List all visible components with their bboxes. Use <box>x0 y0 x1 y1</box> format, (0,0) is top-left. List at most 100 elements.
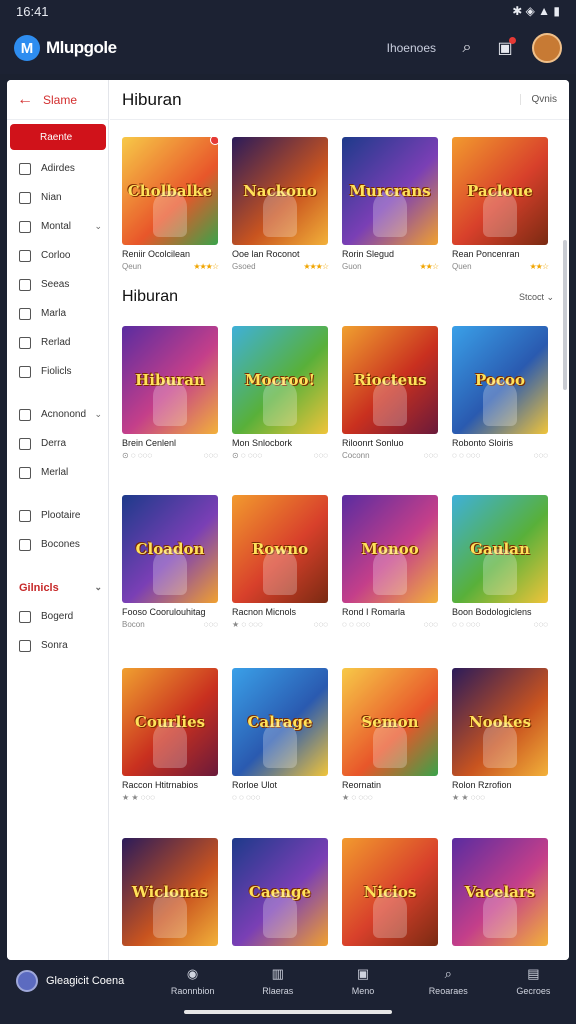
game-card[interactable]: Hiburan Brein Cenlenl ⊙ ◌ ◌◌◌ ◌◌◌ <box>122 326 218 460</box>
game-thumbnail[interactable]: Murcrans <box>342 137 438 245</box>
game-name: Reornatin <box>342 780 382 790</box>
bottom-tab[interactable]: ▤ Gecroes <box>491 966 576 996</box>
game-card[interactable]: Cholbalke Reniir Ocolcilean Qeun ★★★☆ <box>122 137 219 271</box>
game-card[interactable]: Vacelars <box>452 838 548 953</box>
settings-icon <box>19 538 31 551</box>
trophy-icon: ◉ <box>186 966 199 981</box>
game-card[interactable]: Pacloue Rean Poncenran Quen ★★☆ <box>452 137 549 271</box>
sidebar-divider <box>7 386 108 400</box>
game-card[interactable]: Cloadon Fooso Coorulouhitag Bocon ◌◌◌ <box>122 495 218 629</box>
game-thumbnail[interactable]: Pocoo <box>452 326 548 434</box>
game-card[interactable]: Wiclonas <box>122 838 218 953</box>
game-card[interactable]: Riocteus Riloonrt Sonluo Coconn ◌◌◌ <box>342 326 438 460</box>
scrollbar[interactable] <box>563 240 567 390</box>
game-meta: Coconn ◌◌◌ <box>342 451 438 460</box>
header-link[interactable]: Ihoenoes <box>387 41 436 55</box>
gift-icon[interactable]: ▣ <box>494 37 516 59</box>
content-panel: ← Slame Raente Adirdes Nian Montal ⌄ Corloo Se… <box>7 80 569 960</box>
game-thumbnail[interactable]: Caenge <box>232 838 328 946</box>
game-thumbnail[interactable]: Wiclonas <box>122 838 218 946</box>
character-art <box>263 191 297 237</box>
game-thumbnail[interactable]: Semon <box>342 668 438 776</box>
game-thumbnail[interactable]: Nookes <box>452 668 548 776</box>
game-card[interactable]: Nackono Ooe lan Roconot Gsoed ★★★☆ <box>232 137 329 271</box>
sidebar-item[interactable]: Bogerd <box>7 602 108 631</box>
sidebar-item[interactable]: Derra <box>7 429 108 458</box>
header-action-button[interactable]: Qvnis <box>520 94 557 105</box>
sidebar-item[interactable]: Bocones <box>7 530 108 559</box>
character-art <box>483 722 517 768</box>
notification-dot <box>509 37 516 44</box>
sidebar-item[interactable]: Fiolicls <box>7 357 108 386</box>
game-meta-right: ◌◌◌ <box>313 620 328 629</box>
game-meta-left: Coconn <box>342 451 370 460</box>
game-card[interactable]: Calrage Rorloe Ulot ◌ ◌ ◌◌◌ <box>232 668 328 802</box>
sidebar-item[interactable]: Marla <box>7 299 108 328</box>
game-thumbnail[interactable]: Rowno <box>232 495 328 603</box>
back-arrow-icon: ← <box>17 90 33 108</box>
game-card[interactable]: Nookes Rolon Rzrofion ★ ★ ◌◌◌ <box>452 668 548 802</box>
sidebar-item[interactable]: Acnonond ⌄ <box>7 400 108 429</box>
game-card[interactable]: Gaulan Boon Bodologiclens ◌ ◌ ◌◌◌ ◌◌◌ <box>452 495 548 629</box>
sidebar-item[interactable]: Adirdes <box>7 154 108 183</box>
game-thumbnail[interactable]: Pacloue <box>452 137 548 245</box>
bottom-tab[interactable]: ⌕ Reoaraes <box>406 966 491 996</box>
avatar[interactable] <box>532 33 562 63</box>
sidebar-item[interactable]: Nian <box>7 183 108 212</box>
bottom-tab[interactable]: ▣ Meno <box>320 966 405 996</box>
game-name: Riloonrt Sonluo <box>342 438 404 448</box>
bottom-tab-label: Rlaeras <box>262 986 294 996</box>
game-thumbnail[interactable]: Vacelars <box>452 838 548 946</box>
game-card[interactable]: Murcrans Rorin Slegud Guon ★★☆ <box>342 137 439 271</box>
new-badge <box>210 137 218 145</box>
sidebar-item[interactable]: Seeas <box>7 270 108 299</box>
game-card[interactable]: Courlies Raccon Htitrnabios ★ ★ ◌◌◌ <box>122 668 218 802</box>
app-logo[interactable]: M Mlupgole <box>14 35 117 61</box>
game-thumbnail[interactable]: Mocroo! <box>232 326 328 434</box>
sidebar-section[interactable]: Gilnicls ⌄ <box>7 573 108 602</box>
game-thumbnail[interactable]: Calrage <box>232 668 328 776</box>
game-card[interactable]: Pocoo Robonto Sloiris ◌ ◌ ◌◌◌ ◌◌◌ <box>452 326 548 460</box>
profile-button[interactable]: Gleagicit Coena <box>0 970 150 992</box>
sort-dropdown[interactable]: Stcoct ⌄ <box>519 292 554 303</box>
game-card[interactable]: Caenge <box>232 838 328 953</box>
game-card[interactable]: Monoo Rond I Romarla ◌ ◌ ◌◌◌ ◌◌◌ <box>342 495 438 629</box>
game-meta: Gsoed ★★★☆ <box>232 262 329 271</box>
game-row-1: Cholbalke Reniir Ocolcilean Qeun ★★★☆ Nackon… <box>122 137 552 271</box>
sidebar-item[interactable]: Montal ⌄ <box>7 212 108 241</box>
sidebar-item[interactable]: Plootaire <box>7 501 108 530</box>
status-icons: ✱ ◈ ▲ ▮ <box>512 4 560 18</box>
tag-icon <box>19 408 31 421</box>
sidebar-item[interactable]: Sonra <box>7 631 108 660</box>
game-card[interactable]: Semon Reornatin ★ ◌ ◌◌◌ <box>342 668 438 802</box>
game-thumbnail[interactable]: Cloadon <box>122 495 218 603</box>
game-card[interactable]: Mocroo! Mon Snlocbork ⊙ ◌ ◌◌◌ ◌◌◌ <box>232 326 328 460</box>
game-name: Rorin Slegud <box>342 249 395 259</box>
game-card[interactable]: Rowno Racnon Micnols ★ ◌ ◌◌◌ ◌◌◌ <box>232 495 328 629</box>
bottom-tab[interactable]: ▥ Rlaeras <box>235 966 320 996</box>
sidebar-item[interactable]: Corloo <box>7 241 108 270</box>
game-thumbnail[interactable]: Nackono <box>232 137 328 245</box>
music-icon <box>19 509 31 522</box>
game-thumbnail[interactable]: Nicios <box>342 838 438 946</box>
game-thumbnail[interactable]: Hiburan <box>122 326 218 434</box>
character-art <box>483 191 517 237</box>
sidebar-item[interactable]: Raente <box>10 124 106 150</box>
game-meta: ⊙ ◌ ◌◌◌ ◌◌◌ <box>232 451 328 460</box>
game-thumbnail[interactable]: Monoo <box>342 495 438 603</box>
sidebar-item-label: Marla <box>41 308 67 319</box>
game-card[interactable]: Nicios <box>342 838 438 953</box>
sidebar-item-label: Adirdes <box>41 163 75 174</box>
game-meta: ★ ◌ ◌◌◌ <box>342 793 438 802</box>
search-icon[interactable]: ⌕ <box>456 37 478 59</box>
game-thumbnail[interactable]: Cholbalke <box>122 137 218 245</box>
sidebar-divider <box>7 487 108 501</box>
bottom-tab[interactable]: ◉ Raonnbion <box>150 966 235 996</box>
game-thumbnail[interactable]: Courlies <box>122 668 218 776</box>
sidebar-item[interactable]: Rerlad <box>7 328 108 357</box>
sidebar-item[interactable]: Merlal <box>7 458 108 487</box>
game-thumbnail[interactable]: Riocteus <box>342 326 438 434</box>
home-indicator[interactable] <box>184 1010 392 1014</box>
game-thumbnail[interactable]: Gaulan <box>452 495 548 603</box>
back-button[interactable]: ← Slame <box>7 80 108 120</box>
